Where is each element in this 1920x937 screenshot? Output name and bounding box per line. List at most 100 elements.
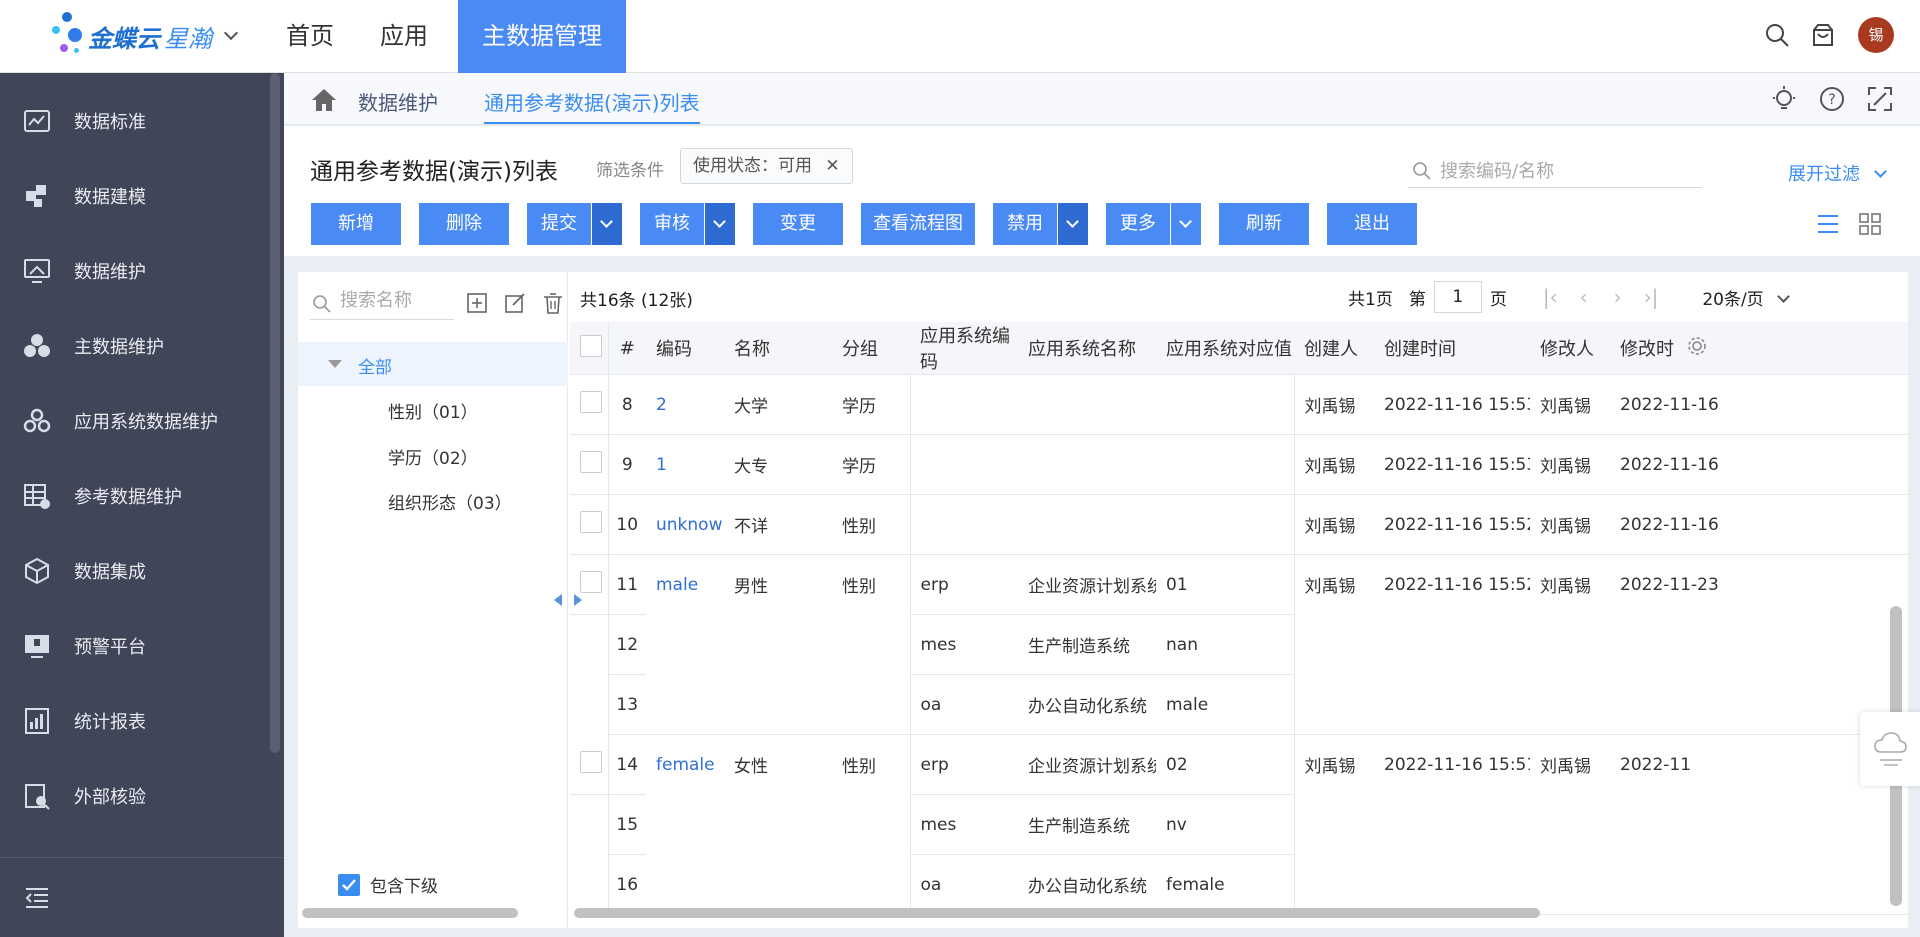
tree-node-all[interactable]: 全部: [298, 342, 568, 386]
page-input[interactable]: 1: [1433, 281, 1482, 313]
audit-dropdown[interactable]: [705, 203, 735, 245]
message-box-icon[interactable]: [1810, 22, 1836, 48]
cell-code[interactable]: [646, 674, 724, 735]
breadcrumb-current-tab[interactable]: 通用参考数据(演示)列表: [484, 87, 700, 124]
sidebar-item-data-standard[interactable]: 数据标准: [0, 83, 284, 158]
lightbulb-icon[interactable]: [1770, 85, 1798, 113]
row-checkbox[interactable]: [580, 571, 602, 593]
grid-view-icon[interactable]: [1858, 212, 1882, 236]
column-header[interactable]: 修改人: [1530, 322, 1610, 375]
cloud-widget[interactable]: [1860, 712, 1920, 786]
more-dropdown[interactable]: [1171, 203, 1201, 245]
sidebar-item-alert-platform[interactable]: 预警平台: [0, 608, 284, 683]
grid-horizontal-scrollbar[interactable]: [574, 908, 1540, 918]
column-header[interactable]: 应用系统编码: [910, 322, 1018, 375]
refresh-button[interactable]: 刷新: [1219, 203, 1309, 245]
cell-code[interactable]: female: [646, 735, 724, 795]
row-checkbox[interactable]: [580, 391, 602, 413]
table-row[interactable]: 82大学学历刘禹锡2022-11-16 15:53:17刘禹锡2022-11-1…: [570, 374, 1908, 435]
home-icon[interactable]: [310, 87, 338, 113]
include-sub-option[interactable]: 包含下级: [338, 872, 438, 897]
cell-code[interactable]: [646, 795, 724, 855]
column-header[interactable]: 修改时: [1610, 322, 1908, 375]
tree-node-gender[interactable]: 性别（01）: [388, 398, 478, 423]
tree-search-input[interactable]: [340, 290, 450, 311]
tree-node-org-form[interactable]: 组织形态（03）: [388, 489, 512, 514]
row-checkbox[interactable]: [580, 451, 602, 473]
view-flowchart-button[interactable]: 查看流程图: [861, 203, 975, 245]
audit-button[interactable]: 审核: [640, 203, 704, 245]
table-row[interactable]: 13 oa 办公自动化系统 male: [570, 674, 1908, 735]
next-page-icon[interactable]: ›: [1614, 285, 1622, 309]
sidebar-item-data-integration[interactable]: 数据集成: [0, 533, 284, 608]
more-button[interactable]: 更多: [1106, 203, 1170, 245]
breadcrumb-parent[interactable]: 数据维护: [358, 87, 438, 116]
nav-master-data[interactable]: 主数据管理: [458, 0, 626, 73]
nav-home[interactable]: 首页: [270, 0, 350, 73]
cell-code[interactable]: [646, 854, 724, 915]
last-page-icon[interactable]: ›|: [1644, 285, 1659, 309]
sidebar-item-data-maintenance[interactable]: 数据维护: [0, 233, 284, 308]
filter-tag[interactable]: 使用状态：可用 ✕: [680, 148, 853, 184]
add-button[interactable]: 新增: [311, 203, 401, 245]
table-row[interactable]: 15 mes 生产制造系统 nv: [570, 794, 1908, 855]
disable-dropdown[interactable]: [1058, 203, 1088, 245]
sidebar-item-reference-data[interactable]: 参考数据维护: [0, 458, 284, 533]
help-icon[interactable]: ?: [1818, 85, 1846, 113]
tree-node-education[interactable]: 学历（02）: [388, 444, 478, 469]
caret-down-icon[interactable]: [328, 360, 342, 368]
submit-button[interactable]: 提交: [527, 203, 591, 245]
table-row[interactable]: 16 oa 办公自动化系统 female: [570, 854, 1908, 915]
sidebar-item-data-modeling[interactable]: 数据建模: [0, 158, 284, 233]
change-button[interactable]: 变更: [753, 203, 843, 245]
collapse-menu-icon[interactable]: [24, 886, 50, 910]
expand-filter-link[interactable]: 展开过滤: [1788, 160, 1887, 186]
column-header[interactable]: #: [608, 322, 646, 375]
fullscreen-icon[interactable]: [1866, 85, 1894, 113]
avatar[interactable]: 锡: [1858, 17, 1894, 53]
disable-button[interactable]: 禁用: [993, 203, 1057, 245]
brand-logo[interactable]: 金蝶云 星瀚: [50, 12, 239, 60]
cell-code[interactable]: [646, 615, 724, 675]
row-checkbox[interactable]: [580, 751, 602, 773]
tree-scrollbar[interactable]: [302, 908, 518, 918]
sidebar-item-app-system-data[interactable]: 应用系统数据维护: [0, 383, 284, 458]
sidebar-item-master-data[interactable]: 主数据维护: [0, 308, 284, 383]
column-header[interactable]: 创建人: [1294, 322, 1374, 375]
cell-code[interactable]: 2: [646, 374, 724, 435]
sidebar-scrollbar[interactable]: [270, 73, 280, 753]
page-size-select[interactable]: 20条/页: [1702, 285, 1790, 310]
close-icon[interactable]: ✕: [825, 156, 839, 176]
table-row[interactable]: 10unknown不详性别刘禹锡2022-11-16 15:52:29刘禹锡20…: [570, 494, 1908, 555]
delete-node-icon[interactable]: [542, 292, 564, 314]
include-sub-checkbox[interactable]: [338, 873, 360, 896]
column-header[interactable]: 应用系统名称: [1018, 322, 1156, 375]
first-page-icon[interactable]: |‹: [1543, 285, 1558, 309]
gear-icon[interactable]: [1686, 335, 1708, 362]
nav-apps[interactable]: 应用: [364, 0, 444, 73]
delete-button[interactable]: 删除: [419, 203, 509, 245]
row-checkbox[interactable]: [580, 511, 602, 533]
list-view-icon[interactable]: [1816, 212, 1840, 236]
add-node-icon[interactable]: [466, 292, 488, 314]
edit-node-icon[interactable]: [504, 292, 526, 314]
select-all-checkbox[interactable]: [580, 334, 602, 357]
sidebar-item-external-check[interactable]: 外部核验: [0, 758, 284, 833]
column-header[interactable]: 创建时间: [1374, 322, 1530, 375]
column-header[interactable]: 分组: [832, 322, 910, 375]
table-row[interactable]: 11 male 男性 性别 erp 企业资源计划系统 01 刘禹锡 2022-11-16 15:…: [570, 554, 1908, 615]
exit-button[interactable]: 退出: [1327, 203, 1417, 245]
cell-code[interactable]: unknown: [646, 494, 724, 555]
cell-code[interactable]: male: [646, 555, 724, 615]
submit-dropdown[interactable]: [592, 203, 622, 245]
column-header[interactable]: 应用系统对应值: [1156, 322, 1294, 375]
table-row[interactable]: 91大专学历刘禹锡2022-11-16 15:53:02刘禹锡2022-11-1…: [570, 434, 1908, 495]
cell-code[interactable]: 1: [646, 434, 724, 495]
search-icon[interactable]: [1764, 22, 1790, 48]
prev-page-icon[interactable]: ‹: [1580, 285, 1588, 309]
column-header[interactable]: 名称: [724, 322, 832, 375]
search-input[interactable]: [1440, 156, 1690, 186]
column-header[interactable]: 编码: [646, 322, 724, 375]
table-row[interactable]: 12 mes 生产制造系统 nan: [570, 614, 1908, 675]
table-row[interactable]: 14 female 女性 性别 erp 企业资源计划系统 02 刘禹锡 2022-11-16 1…: [570, 734, 1908, 795]
